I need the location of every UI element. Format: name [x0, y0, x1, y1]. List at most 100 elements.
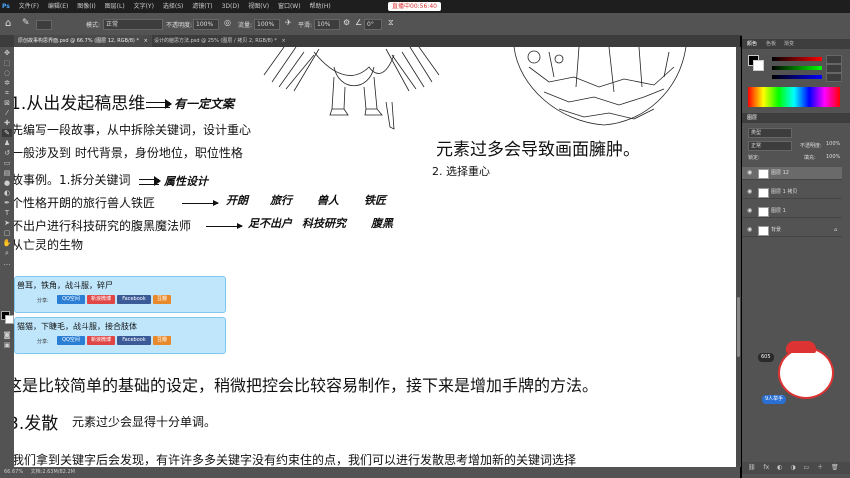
hand-tool-icon[interactable]: ✋ [2, 239, 12, 247]
layer-kind-filter[interactable]: 类型 [748, 128, 792, 138]
red-value-field[interactable] [826, 55, 842, 64]
background-color-swatch[interactable] [753, 60, 764, 71]
history-brush-tool-icon[interactable]: ↺ [2, 149, 12, 157]
menu-view[interactable]: 视图(V) [248, 3, 269, 10]
zoom-level[interactable]: 66.67% [4, 469, 23, 475]
menu-window[interactable]: 窗口(W) [278, 3, 301, 10]
fill-label: 填充: [804, 155, 816, 161]
fx-icon[interactable]: fx [764, 464, 770, 471]
share-weibo-button[interactable]: 新浪微博 [87, 295, 115, 304]
layer-row[interactable]: ◉ 图层 1 [742, 205, 842, 218]
visibility-eye-icon[interactable]: ◉ [747, 186, 752, 198]
ps-logo-icon[interactable]: Ps [2, 3, 10, 10]
dodge-tool-icon[interactable]: ◐ [2, 189, 12, 197]
screen-mode-icon[interactable]: ▣ [2, 341, 12, 349]
tab-document-2[interactable]: 设计的脑思方法.psd @ 25% (图层 / 拷贝 2, RGB/8) * × [150, 35, 290, 47]
menu-file[interactable]: 文件(F) [19, 3, 39, 10]
red-slider[interactable] [772, 57, 822, 61]
menu-help[interactable]: 帮助(H) [310, 3, 331, 10]
healing-tool-icon[interactable]: ✚ [2, 119, 12, 127]
layer-fill-input[interactable]: 100% [826, 154, 840, 160]
menu-edit[interactable]: 编辑(E) [48, 3, 68, 10]
symmetry-icon[interactable]: ⧖ [388, 18, 394, 28]
close-icon[interactable]: × [144, 38, 148, 44]
green-value-field[interactable] [826, 64, 842, 73]
opacity-input[interactable]: 100% [193, 19, 219, 30]
move-tool-icon[interactable]: ✥ [2, 49, 12, 57]
smooth-settings-icon[interactable]: ⚙ [343, 18, 350, 27]
blur-tool-icon[interactable]: ● [2, 179, 12, 187]
blue-value-field[interactable] [826, 73, 842, 82]
share-weibo-button[interactable]: 新浪微博 [87, 336, 115, 345]
lasso-tool-icon[interactable]: ◌ [2, 69, 12, 77]
document-canvas[interactable]: 1.从出发起稿思维 有一定文案 先编写一段故事，从中拆除关键词，设计重心 一般涉… [14, 47, 736, 467]
adjustment-icon[interactable]: ◑ [790, 464, 795, 471]
background-color-swatch[interactable] [5, 315, 14, 324]
visibility-eye-icon[interactable]: ◉ [747, 224, 752, 236]
shape-tool-icon[interactable]: ▢ [2, 229, 12, 237]
share-qq-button[interactable]: QQ空间 [57, 295, 85, 304]
mask-icon[interactable]: ◐ [777, 464, 782, 471]
flow-input[interactable]: 100% [254, 19, 280, 30]
frame-tool-icon[interactable]: ⊠ [2, 99, 12, 107]
path-select-tool-icon[interactable]: ➤ [2, 219, 12, 227]
zoom-tool-icon[interactable]: ⌕ [2, 249, 12, 257]
layer-row[interactable]: ◉ 图层 1 拷贝 [742, 186, 842, 199]
share-facebook-button[interactable]: Facebook [117, 295, 151, 304]
green-slider[interactable] [772, 66, 822, 70]
link-layers-icon[interactable]: ⛓ [748, 464, 756, 471]
blue-slider[interactable] [772, 75, 822, 79]
canvas-scrollbar[interactable] [736, 47, 741, 467]
menu-image[interactable]: 图像(I) [77, 3, 95, 10]
marquee-tool-icon[interactable]: ⬚ [2, 59, 12, 67]
layer-name: 图层 12 [771, 170, 789, 176]
new-layer-icon[interactable]: ＋ [817, 464, 823, 471]
menu-filter[interactable]: 滤镜(T) [192, 3, 212, 10]
home-icon[interactable]: ⌂ [5, 18, 11, 29]
type-tool-icon[interactable]: T [2, 209, 12, 217]
quick-mask-icon[interactable]: ◙ [2, 331, 12, 339]
layer-opacity-input[interactable]: 100% [826, 141, 840, 147]
tab-color[interactable]: 颜色 [747, 39, 757, 49]
menu-layer[interactable]: 图层(L) [105, 3, 125, 10]
tab-gradients[interactable]: 渐变 [784, 39, 794, 49]
menu-type[interactable]: 文字(Y) [134, 3, 154, 10]
layer-row[interactable]: ◉ 背景 ⌂ [742, 224, 842, 237]
tab-swatches[interactable]: 色板 [766, 39, 776, 49]
visibility-eye-icon[interactable]: ◉ [747, 205, 752, 217]
tab-layers[interactable]: 图层 [747, 113, 757, 123]
stamp-tool-icon[interactable]: ♟ [2, 139, 12, 147]
brush-tool-icon[interactable]: ✎ [22, 18, 30, 28]
magic-wand-tool-icon[interactable]: ✲ [2, 79, 12, 87]
share-douban-button[interactable]: 豆瓣 [153, 295, 171, 304]
pressure-opacity-icon[interactable]: ◎ [224, 18, 231, 27]
eyedropper-tool-icon[interactable]: ⁄ [2, 109, 12, 117]
brush-size-preset[interactable] [36, 20, 52, 30]
crop-tool-icon[interactable]: ⌗ [2, 89, 12, 97]
trash-icon[interactable]: 🗑 [831, 464, 839, 471]
visibility-eye-icon[interactable]: ◉ [747, 167, 752, 179]
close-icon[interactable]: × [281, 38, 285, 44]
more-tools-icon[interactable]: … [2, 259, 12, 267]
scrollbar-thumb[interactable] [737, 297, 740, 357]
group-icon[interactable]: ▭ [803, 464, 809, 471]
menu-select[interactable]: 选择(S) [163, 3, 184, 10]
smooth-input[interactable]: 10% [314, 19, 340, 30]
tab-document-1[interactable]: 原创故事构思界面.psd @ 66.7% (图层 12, RGB/8) * × [14, 35, 152, 47]
brush-tool-icon[interactable]: ✎ [2, 129, 12, 137]
mode-select[interactable]: 正常 [103, 19, 163, 30]
eraser-tool-icon[interactable]: ▭ [2, 159, 12, 167]
color-spectrum-ramp[interactable] [748, 87, 840, 107]
gradient-tool-icon[interactable]: ▤ [2, 169, 12, 177]
angle-icon: ∠ [355, 18, 363, 27]
layer-row[interactable]: ◉ 图层 12 [742, 167, 842, 180]
share-facebook-button[interactable]: Facebook [117, 336, 151, 345]
share-qq-button[interactable]: QQ空间 [57, 336, 85, 345]
airbrush-icon[interactable]: ✈ [285, 18, 292, 27]
menu-3d[interactable]: 3D(D) [222, 3, 240, 10]
panel-bottom-toolbar: ⛓ fx ◐ ◑ ▭ ＋ 🗑 [742, 462, 850, 474]
angle-input[interactable]: 0° [364, 19, 382, 30]
blend-mode-select[interactable]: 正常 [748, 141, 792, 151]
share-douban-button[interactable]: 豆瓣 [153, 336, 171, 345]
pen-tool-icon[interactable]: ✒ [2, 199, 12, 207]
